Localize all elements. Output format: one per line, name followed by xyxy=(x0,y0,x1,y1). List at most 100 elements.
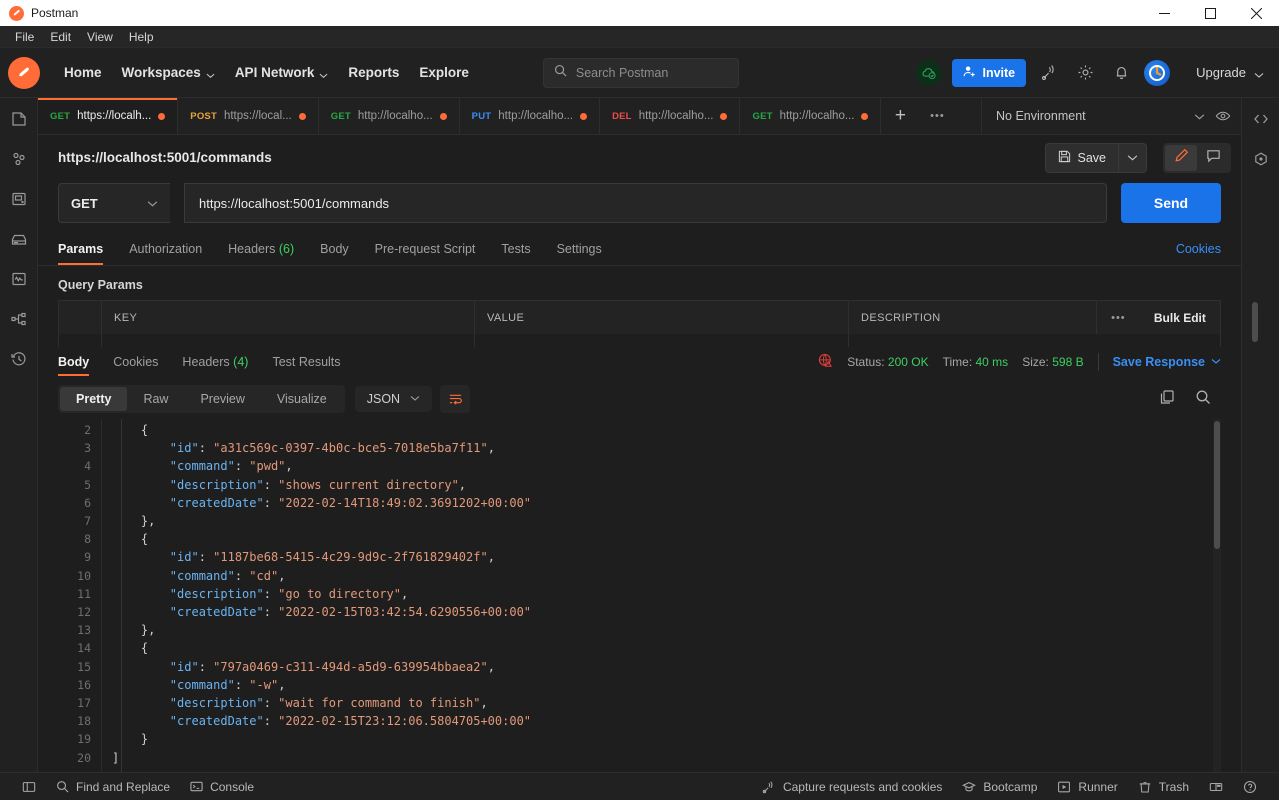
response-json-code[interactable]: { "id": "a31c569c-0397-4b0c-bce5-7018e5b… xyxy=(102,419,1221,772)
query-params-scrollbar[interactable] xyxy=(1252,302,1258,342)
response-tab-test-results[interactable]: Test Results xyxy=(272,349,340,375)
tab-url: http://localho... xyxy=(498,110,574,122)
request-tab-0[interactable]: GET https://localh... xyxy=(38,98,179,134)
response-tab-cookies[interactable]: Cookies xyxy=(113,349,158,375)
maximize-icon[interactable] xyxy=(1187,0,1233,26)
layout-panes-button[interactable] xyxy=(1199,780,1233,794)
edit-mode-button[interactable] xyxy=(1165,144,1197,171)
line-number: 8 xyxy=(84,532,91,547)
bulk-edit-button[interactable]: Bulk Edit xyxy=(1154,311,1206,325)
request-tab-5[interactable]: GET http://localho... xyxy=(740,98,882,134)
capture-requests-button[interactable]: Capture requests and cookies xyxy=(752,780,952,794)
select-all-checkbox-cell[interactable] xyxy=(59,301,102,334)
nav-item-home[interactable]: Home xyxy=(54,59,112,86)
search-icon[interactable] xyxy=(1195,389,1211,410)
menu-item-view[interactable]: View xyxy=(79,26,121,48)
tab-tests[interactable]: Tests xyxy=(501,234,530,264)
cloud-check-icon[interactable] xyxy=(916,59,943,86)
line-number: 5 xyxy=(84,477,91,492)
close-icon[interactable] xyxy=(1233,0,1279,26)
environment-selector[interactable]: No Environment xyxy=(981,98,1241,134)
menu-item-file[interactable]: File xyxy=(7,26,42,48)
line-number: 15 xyxy=(77,659,91,674)
collections-icon[interactable] xyxy=(8,108,30,130)
size-text: Size: 598 B xyxy=(1022,355,1083,369)
environments-icon[interactable] xyxy=(8,188,30,210)
row-value-cell[interactable] xyxy=(475,334,849,347)
minimize-icon[interactable] xyxy=(1141,0,1187,26)
bell-icon[interactable] xyxy=(1108,60,1134,86)
response-body-viewer[interactable]: 2 3 4 5 6 7 8 9 10 11 12 13 14 15 16 17 18 19 20 { "id": "… xyxy=(58,419,1221,772)
search-input[interactable]: Search Postman xyxy=(542,57,739,88)
sidebar-toggle-button[interactable] xyxy=(12,780,46,794)
response-language-select[interactable]: JSON xyxy=(354,386,433,412)
info-icon[interactable] xyxy=(1250,148,1272,170)
invite-button[interactable]: Invite xyxy=(952,58,1027,87)
nav-label: Reports xyxy=(348,65,400,80)
ellipsis-icon[interactable]: ••• xyxy=(919,98,955,134)
send-button[interactable]: Send xyxy=(1121,183,1221,223)
save-button[interactable]: Save xyxy=(1044,142,1119,173)
eye-icon[interactable] xyxy=(1205,108,1241,124)
request-tab-4[interactable]: DEL http://localho... xyxy=(600,98,741,134)
row-description-cell[interactable] xyxy=(849,334,1220,347)
nav-item-workspaces[interactable]: Workspaces xyxy=(112,59,225,86)
comment-mode-button[interactable] xyxy=(1197,145,1229,171)
response-tab-headers[interactable]: Headers (4) xyxy=(182,349,248,375)
row-key-cell[interactable] xyxy=(102,334,475,347)
copy-icon[interactable] xyxy=(1159,389,1175,410)
http-method-select[interactable]: GET xyxy=(58,183,170,223)
tab-pre-request-script[interactable]: Pre-request Script xyxy=(375,234,476,264)
response-tab-body[interactable]: Body xyxy=(58,349,90,376)
table-row[interactable] xyxy=(59,334,1220,347)
trash-button[interactable]: Trash xyxy=(1128,780,1199,794)
save-response-button[interactable]: Save Response xyxy=(1113,355,1221,369)
tab-headers[interactable]: Headers (6) xyxy=(228,234,294,264)
cookies-link[interactable]: Cookies xyxy=(1176,242,1221,256)
satellite-antenna-icon[interactable] xyxy=(1036,60,1062,86)
bootcamp-button[interactable]: Bootcamp xyxy=(952,780,1047,794)
format-preview[interactable]: Preview xyxy=(184,387,260,411)
code-snippet-icon[interactable] xyxy=(1250,108,1272,130)
line-number: 17 xyxy=(77,696,91,711)
gear-icon[interactable] xyxy=(1072,60,1098,86)
request-tab-1[interactable]: POST https://local... xyxy=(178,98,319,134)
url-input[interactable]: https://localhost:5001/commands xyxy=(184,183,1107,223)
mock-servers-icon[interactable] xyxy=(8,228,30,250)
request-tab-2[interactable]: GET http://localho... xyxy=(319,98,460,134)
ellipsis-icon[interactable]: ••• xyxy=(1111,312,1126,324)
row-checkbox-cell[interactable] xyxy=(59,334,102,347)
save-options-button[interactable] xyxy=(1119,142,1147,173)
left-sidebar-rail xyxy=(0,98,38,772)
format-raw[interactable]: Raw xyxy=(127,387,184,411)
menu-item-edit[interactable]: Edit xyxy=(42,26,79,48)
format-visualize[interactable]: Visualize xyxy=(261,387,343,411)
nav-item-reports[interactable]: Reports xyxy=(338,59,409,86)
response-scrollbar-thumb[interactable] xyxy=(1214,421,1220,549)
request-tab-strip: GET https://localh... POST https://local… xyxy=(38,98,1241,135)
help-button[interactable] xyxy=(1233,780,1267,794)
tab-settings[interactable]: Settings xyxy=(557,234,602,264)
tab-params[interactable]: Params xyxy=(58,234,104,265)
find-and-replace-button[interactable]: Find and Replace xyxy=(46,780,180,794)
nav-item-explore[interactable]: Explore xyxy=(409,59,479,86)
tab-authorization[interactable]: Authorization xyxy=(129,234,202,264)
line-number: 18 xyxy=(77,714,91,729)
user-avatar[interactable] xyxy=(1144,59,1171,86)
history-icon[interactable] xyxy=(8,348,30,370)
upgrade-button[interactable]: Upgrade xyxy=(1184,61,1269,84)
menu-item-help[interactable]: Help xyxy=(121,26,162,48)
apis-icon[interactable] xyxy=(8,148,30,170)
plus-icon[interactable]: + xyxy=(881,98,919,134)
runner-button[interactable]: Runner xyxy=(1047,780,1127,794)
postman-brand-icon[interactable] xyxy=(8,56,40,89)
unsaved-dot-icon xyxy=(158,112,166,120)
tab-body[interactable]: Body xyxy=(320,234,349,264)
console-button[interactable]: Console xyxy=(180,780,264,794)
nav-item-api-network[interactable]: API Network xyxy=(225,59,339,86)
request-tab-3[interactable]: PUT http://localho... xyxy=(460,98,601,134)
flows-icon[interactable] xyxy=(8,308,30,330)
word-wrap-icon[interactable] xyxy=(440,385,471,413)
format-pretty[interactable]: Pretty xyxy=(60,387,128,411)
monitors-icon[interactable] xyxy=(8,268,30,290)
